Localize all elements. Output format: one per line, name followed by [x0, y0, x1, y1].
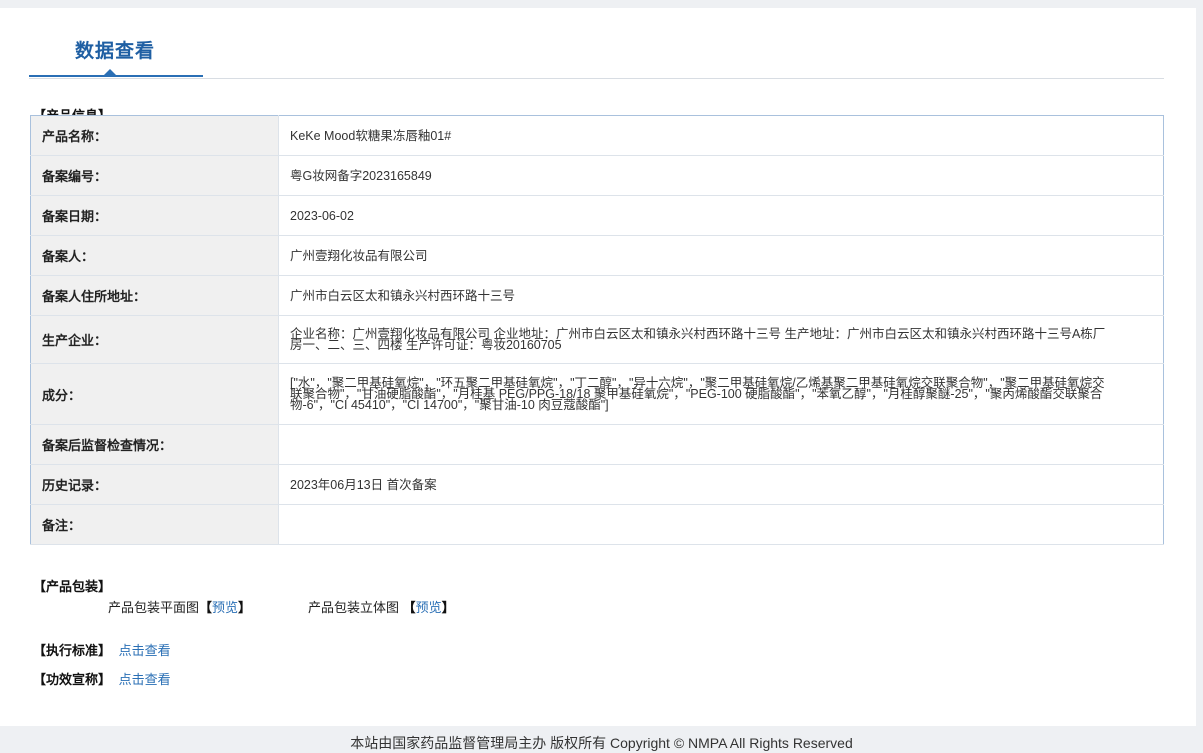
row-value — [278, 504, 1164, 545]
row-label: 备注： — [30, 504, 279, 545]
product-info-table: 产品名称： KeKe Mood软糖果冻唇釉01# 备案编号： 粤G妆网备字202… — [30, 115, 1164, 545]
standard-view-link[interactable]: 点击查看 — [119, 643, 171, 658]
row-label: 生产企业： — [30, 315, 279, 364]
row-value: 广州市白云区太和镇永兴村西环路十三号 — [278, 275, 1164, 316]
section-title-claims: 【功效宣称】 — [33, 672, 112, 687]
table-row: 成分： ["水"，"聚二甲基硅氧烷"，"环五聚二甲基硅氧烷"，"丁二醇"，"异十… — [30, 363, 1164, 425]
claims-view-link[interactable]: 点击查看 — [119, 672, 171, 687]
row-label: 备案日期： — [30, 195, 279, 236]
row-label: 历史记录： — [30, 464, 279, 505]
row-label: 备案人住所地址： — [30, 275, 279, 316]
packaging-flat-label: 产品包装平面图 — [108, 600, 200, 615]
row-label: 备案后监督检查情况： — [30, 424, 279, 465]
packaging-flat: 产品包装平面图【预览】 — [108, 597, 251, 616]
footer-copyright: 本站由国家药品监督管理局主办 版权所有 Copyright © NMPA All… — [350, 735, 853, 751]
row-value: 2023-06-02 — [278, 195, 1164, 236]
table-row: 备注： — [30, 504, 1164, 545]
row-value: 企业名称：广州壹翔化妆品有限公司 企业地址：广州市白云区太和镇永兴村西环路十三号… — [278, 315, 1164, 364]
row-label: 备案编号： — [30, 155, 279, 196]
tab-data-view[interactable]: 数据查看 — [75, 36, 155, 63]
section-title-packaging: 【产品包装】 — [33, 579, 112, 594]
section-title-standard: 【执行标准】 — [33, 643, 112, 658]
table-row: 历史记录： 2023年06月13日 首次备案 — [30, 464, 1164, 505]
row-value: KeKe Mood软糖果冻唇釉01# — [278, 115, 1164, 156]
row-value: 2023年06月13日 首次备案 — [278, 464, 1164, 505]
packaging-solid-preview-link[interactable]: 预览 — [416, 600, 442, 615]
tab-bar: 数据查看 — [29, 8, 1164, 79]
packaging-solid-label: 产品包装立体图 — [308, 600, 400, 615]
table-row: 产品名称： KeKe Mood软糖果冻唇釉01# — [30, 115, 1164, 156]
tab-active-underline — [29, 75, 203, 77]
row-value: 粤G妆网备字2023165849 — [278, 155, 1164, 196]
bracket-close: 】 — [441, 600, 455, 615]
row-value — [278, 424, 1164, 465]
row-label: 备案人： — [30, 235, 279, 276]
table-row: 备案日期： 2023-06-02 — [30, 195, 1164, 236]
row-label: 成分： — [30, 363, 279, 425]
table-row: 生产企业： 企业名称：广州壹翔化妆品有限公司 企业地址：广州市白云区太和镇永兴村… — [30, 315, 1164, 364]
bracket-close: 】 — [238, 600, 252, 615]
table-row: 备案人住所地址： 广州市白云区太和镇永兴村西环路十三号 — [30, 275, 1164, 316]
section-claims: 【功效宣称】 点击查看 — [33, 669, 171, 688]
packaging-solid: 产品包装立体图 【预览】 — [308, 597, 455, 616]
row-value: 广州壹翔化妆品有限公司 — [278, 235, 1164, 276]
table-row: 备案后监督检查情况： — [30, 424, 1164, 465]
table-row: 备案人： 广州壹翔化妆品有限公司 — [30, 235, 1164, 276]
bracket-open: 【 — [402, 600, 416, 615]
bracket-open: 【 — [199, 600, 213, 615]
row-value: ["水"，"聚二甲基硅氧烷"，"环五聚二甲基硅氧烷"，"丁二醇"，"异十六烷"，… — [278, 363, 1164, 425]
packaging-flat-preview-link[interactable]: 预览 — [212, 600, 238, 615]
tab-caret-icon — [104, 69, 116, 75]
table-row: 备案编号： 粤G妆网备字2023165849 — [30, 155, 1164, 196]
row-label: 产品名称： — [30, 115, 279, 156]
section-standard: 【执行标准】 点击查看 — [33, 640, 171, 659]
